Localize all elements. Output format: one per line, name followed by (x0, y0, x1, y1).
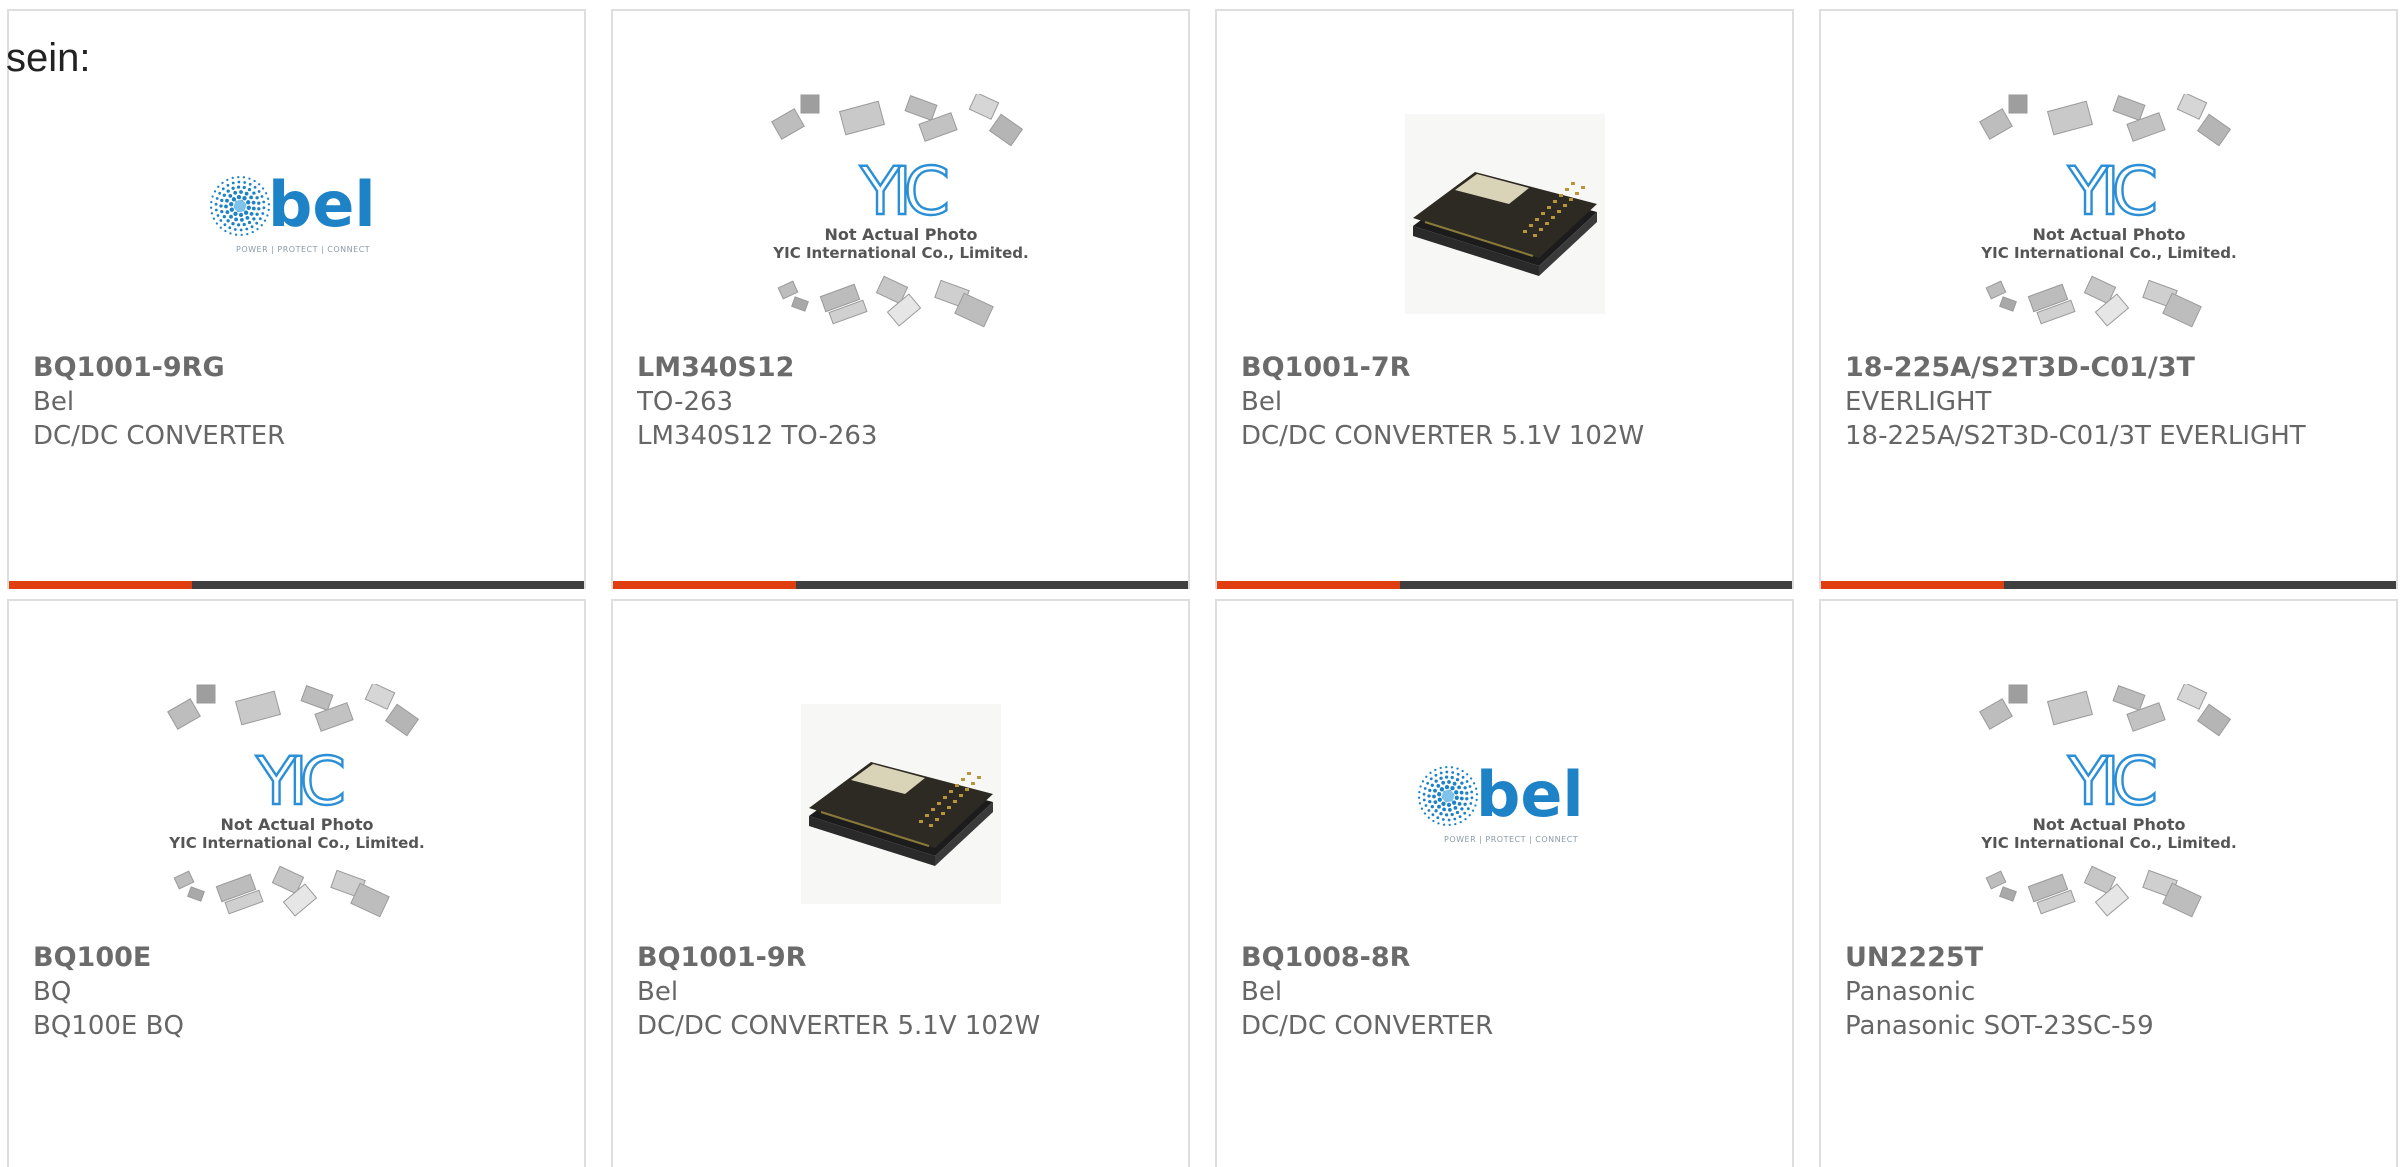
product-brand: Bel (1241, 977, 1283, 1007)
card-bottom-bar (613, 581, 1188, 589)
product-card[interactable]: bel POWER | PROTECT | CONNECT BQ1008-8R Bel… (1215, 599, 1794, 1167)
converter-photo (1404, 114, 1605, 314)
product-card[interactable]: BQ1001-7R Bel DC/DC CONVERTER 5.1V 102W (1215, 9, 1794, 589)
product-info: BQ1001-7R Bel DC/DC CONVERTER 5.1V 102W (1241, 351, 1772, 453)
bel-tagline: POWER | PROTECT | CONNECT (236, 245, 370, 254)
product-grid-page: sein: bel POWER | PROTECT | CONNECT BQ1001… (0, 0, 2400, 1167)
product-card[interactable]: YIC Not Actual Photo YIC International Co.… (611, 9, 1190, 589)
product-thumbnail[interactable]: YIC Not Actual Photo YIC International Co.… (1821, 669, 2396, 939)
placeholder-image: YICNot Actual PhotoYIC International Co.… (1978, 684, 2236, 918)
chip-icons-bottom (1985, 275, 2202, 328)
card-bottom-bar (1217, 581, 1792, 589)
product-info: BQ1008-8R Bel DC/DC CONVERTER (1241, 941, 1772, 1043)
product-info: BQ1001-9R Bel DC/DC CONVERTER 5.1V 102W (637, 941, 1168, 1043)
placeholder-image: YICNot Actual PhotoYIC International Co.… (166, 684, 424, 918)
placeholder-caption-line2: YIC International Co., Limited. (772, 244, 1028, 262)
card-bar-accent (1821, 581, 2004, 589)
intro-text: sein: (6, 36, 91, 80)
placeholder-caption-line2: YIC International Co., Limited. (168, 834, 424, 852)
chip-icons-bottom (1985, 865, 2202, 918)
card-bar-rest (796, 581, 1188, 589)
placeholder-caption-line1: Not Actual Photo (2032, 225, 2185, 244)
product-thumbnail[interactable] (1217, 79, 1792, 349)
bel-logo-image: bel POWER | PROTECT | CONNECT (1417, 758, 1584, 844)
product-part-number[interactable]: BQ1001-9R (637, 941, 1168, 975)
product-part-number[interactable]: BQ100E (33, 941, 564, 975)
chip-icons-top (770, 94, 1023, 147)
product-description: Panasonic SOT-23SC-59 (1845, 1011, 2154, 1041)
product-card[interactable]: bel POWER | PROTECT | CONNECT BQ1001-9RG Be… (7, 9, 586, 589)
product-thumbnail[interactable]: bel POWER | PROTECT | CONNECT (9, 79, 584, 349)
product-description: DC/DC CONVERTER 5.1V 102W (637, 1011, 1041, 1041)
product-info: BQ1001-9RG Bel DC/DC CONVERTER (33, 351, 564, 453)
chip-icons-top (166, 684, 419, 737)
product-thumbnail[interactable]: YIC Not Actual Photo YIC International Co.… (613, 79, 1188, 349)
card-bar-rest (2004, 581, 2396, 589)
placeholder-caption-line2: YIC International Co., Limited. (1980, 244, 2236, 262)
product-info: BQ100E BQ BQ100E BQ (33, 941, 564, 1043)
placeholder-caption-line1: Not Actual Photo (2032, 815, 2185, 834)
bel-wordmark: bel (1476, 758, 1584, 831)
placeholder-caption-line2: YIC International Co., Limited. (1980, 834, 2236, 852)
card-bar-accent (613, 581, 796, 589)
product-part-number[interactable]: BQ1008-8R (1241, 941, 1772, 975)
yic-logo: YIC (2067, 153, 2155, 230)
product-grid: bel POWER | PROTECT | CONNECT BQ1001-9RG Be… (7, 9, 2398, 1167)
placeholder-caption-line1: Not Actual Photo (824, 225, 977, 244)
product-info: 18-225A/S2T3D-C01/3T EVERLIGHT 18-225A/S2T… (1845, 351, 2376, 453)
product-part-number[interactable]: UN2225T (1845, 941, 2376, 975)
product-description: DC/DC CONVERTER 5.1V 102W (1241, 421, 1645, 451)
card-bottom-bar (1821, 581, 2396, 589)
product-card[interactable]: YIC Not Actual Photo YIC International Co.… (1819, 9, 2398, 589)
product-part-number[interactable]: 18-225A/S2T3D-C01/3T (1845, 351, 2376, 385)
card-bar-rest (1400, 581, 1792, 589)
product-info: LM340S12 TO-263 LM340S12 TO-263 (637, 351, 1168, 453)
bel-tagline: POWER | PROTECT | CONNECT (1444, 835, 1578, 844)
product-card[interactable]: YIC Not Actual Photo YIC International Co.… (7, 599, 586, 1167)
bel-logo-image: bel POWER | PROTECT | CONNECT (209, 168, 376, 254)
product-thumbnail[interactable]: YIC Not Actual Photo YIC International Co.… (9, 669, 584, 939)
product-thumbnail[interactable] (613, 669, 1188, 939)
product-card[interactable]: BQ1001-9R Bel DC/DC CONVERTER 5.1V 102W (611, 599, 1190, 1167)
chip-icons-top (1978, 684, 2231, 737)
product-brand: Panasonic (1845, 977, 1976, 1007)
yic-logo: YIC (2067, 743, 2155, 820)
product-thumbnail[interactable]: bel POWER | PROTECT | CONNECT (1217, 669, 1792, 939)
placeholder-caption-line1: Not Actual Photo (220, 815, 373, 834)
card-bottom-bar (9, 581, 584, 589)
placeholder-image: YICNot Actual PhotoYIC International Co.… (770, 94, 1028, 328)
product-brand: BQ (33, 977, 72, 1007)
product-card[interactable]: YIC Not Actual Photo YIC International Co.… (1819, 599, 2398, 1167)
product-brand: TO-263 (637, 387, 734, 417)
yic-logo: YIC (859, 153, 947, 230)
chip-icons-bottom (173, 865, 390, 918)
placeholder-image: YICNot Actual PhotoYIC International Co.… (1978, 94, 2236, 328)
product-brand: Bel (1241, 387, 1283, 417)
product-description: DC/DC CONVERTER (1241, 1011, 1494, 1041)
bel-wordmark: bel (268, 168, 376, 241)
converter-photo (800, 704, 1001, 904)
product-description: BQ100E BQ (33, 1011, 184, 1041)
product-part-number[interactable]: BQ1001-9RG (33, 351, 564, 385)
product-brand: Bel (637, 977, 679, 1007)
product-thumbnail[interactable]: YIC Not Actual Photo YIC International Co.… (1821, 79, 2396, 349)
chip-icons-bottom (777, 275, 994, 328)
card-bar-accent (1217, 581, 1400, 589)
product-brand: Bel (33, 387, 75, 417)
product-description: DC/DC CONVERTER (33, 421, 286, 451)
product-description: LM340S12 TO-263 (637, 421, 878, 451)
product-description: 18-225A/S2T3D-C01/3T EVERLIGHT (1845, 421, 2306, 451)
card-bar-accent (9, 581, 192, 589)
product-part-number[interactable]: BQ1001-7R (1241, 351, 1772, 385)
chip-icons-top (1978, 94, 2231, 147)
product-brand: EVERLIGHT (1845, 387, 1992, 417)
product-part-number[interactable]: LM340S12 (637, 351, 1168, 385)
yic-logo: YIC (255, 743, 343, 820)
product-info: UN2225T Panasonic Panasonic SOT-23SC-59 (1845, 941, 2376, 1043)
card-bar-rest (192, 581, 584, 589)
